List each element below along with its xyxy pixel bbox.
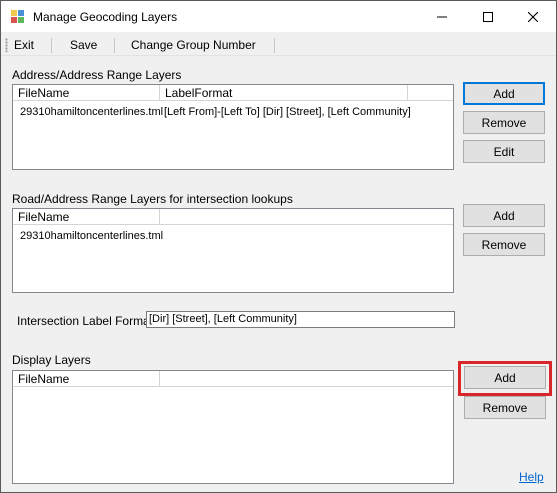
list-header: FileName bbox=[13, 371, 453, 387]
menu-exit[interactable]: Exit bbox=[14, 38, 34, 52]
road-layers-list[interactable]: FileName 29310hamiltoncenterlines.tml bbox=[12, 208, 454, 293]
help-link[interactable]: Help bbox=[519, 470, 544, 484]
menu-change-group-number[interactable]: Change Group Number bbox=[131, 38, 256, 52]
intersection-label-format-input[interactable]: [Dir] [Street], [Left Community] bbox=[146, 311, 455, 328]
column-header-filename[interactable]: FileName bbox=[13, 371, 160, 387]
menu-save[interactable]: Save bbox=[70, 38, 97, 52]
address-remove-button[interactable]: Remove bbox=[463, 111, 545, 134]
cell-filename: 29310hamiltoncenterlines.tml bbox=[20, 230, 164, 242]
app-icon bbox=[11, 10, 24, 23]
manage-geocoding-layers-window: Manage Geocoding Layers Exit Save Change… bbox=[0, 0, 557, 493]
menu-bar: Exit Save Change Group Number bbox=[1, 34, 556, 56]
menu-separator bbox=[274, 38, 275, 53]
column-header-filename[interactable]: FileName bbox=[13, 209, 160, 225]
window-title: Manage Geocoding Layers bbox=[33, 10, 178, 24]
intersection-label-format-label: Intersection Label Format bbox=[17, 314, 154, 328]
cell-labelformat: [Left From]-[Left To] [Dir] [Street], [L… bbox=[164, 106, 411, 118]
display-add-button[interactable]: Add bbox=[464, 366, 546, 389]
cell-filename: 29310hamiltoncenterlines.tml bbox=[20, 106, 164, 118]
road-remove-button[interactable]: Remove bbox=[463, 233, 545, 256]
road-add-button[interactable]: Add bbox=[463, 204, 545, 227]
menu-separator bbox=[51, 38, 52, 53]
close-icon bbox=[528, 11, 538, 22]
display-layers-label: Display Layers bbox=[12, 353, 91, 367]
list-header: FileName LabelFormat bbox=[13, 85, 453, 101]
toolbar-grip-icon[interactable] bbox=[5, 38, 8, 52]
display-layers-list[interactable]: FileName bbox=[12, 370, 454, 484]
menu-separator bbox=[114, 38, 115, 53]
close-button[interactable] bbox=[510, 1, 556, 32]
column-header-labelformat[interactable]: LabelFormat bbox=[160, 85, 408, 101]
maximize-icon bbox=[483, 11, 493, 22]
address-layers-label: Address/Address Range Layers bbox=[12, 68, 182, 82]
minimize-button[interactable] bbox=[419, 1, 465, 32]
title-bar: Manage Geocoding Layers bbox=[1, 1, 556, 32]
minimize-icon bbox=[437, 16, 447, 17]
list-header: FileName bbox=[13, 209, 453, 225]
address-edit-button[interactable]: Edit bbox=[463, 140, 545, 163]
road-layers-label: Road/Address Range Layers for intersecti… bbox=[12, 192, 293, 206]
maximize-button[interactable] bbox=[465, 1, 511, 32]
address-add-button[interactable]: Add bbox=[463, 82, 545, 105]
address-layers-list[interactable]: FileName LabelFormat 29310hamiltoncenter… bbox=[12, 84, 454, 170]
column-header-filename[interactable]: FileName bbox=[13, 85, 160, 101]
display-remove-button[interactable]: Remove bbox=[464, 396, 546, 419]
